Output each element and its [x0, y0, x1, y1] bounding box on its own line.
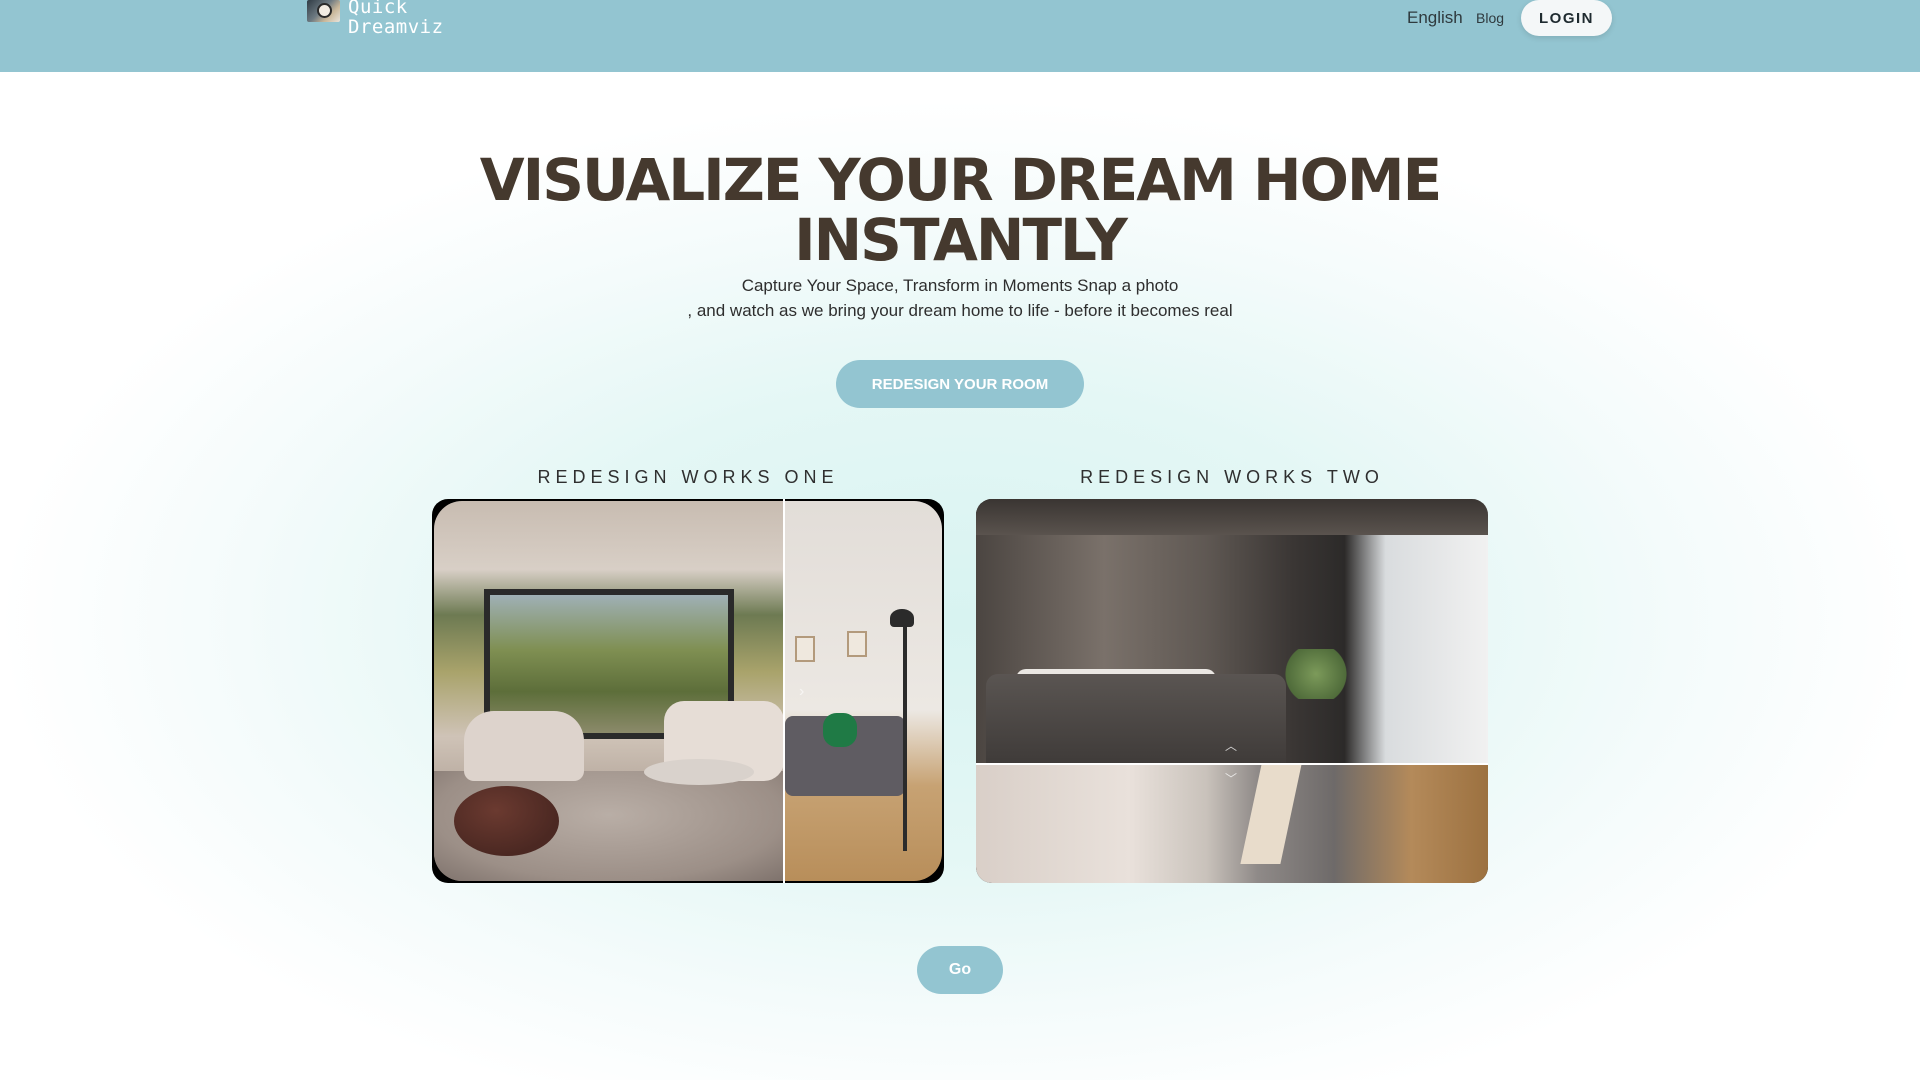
language-selector[interactable]: English [1407, 8, 1463, 28]
bed [986, 674, 1286, 764]
pillow [823, 713, 857, 747]
brand-name-line1: Quick [348, 0, 408, 18]
floor-lamp [903, 611, 907, 851]
go-button[interactable]: Go [917, 946, 1003, 994]
work-two-comparison[interactable]: ︿ ﹀ [976, 499, 1488, 883]
top-navbar: Quick Dreamviz English Blog LOGIN [0, 0, 1920, 72]
work-one-label: REDESIGN WORKS ONE [537, 467, 839, 487]
compare-slider-divider[interactable] [783, 499, 785, 883]
lamp-head [890, 609, 914, 627]
wall-frame [795, 636, 815, 662]
bedroom-redesign-image [976, 499, 1488, 764]
chevron-right-icon[interactable]: › [799, 683, 804, 701]
chevron-up-icon[interactable]: ︿ [1225, 737, 1237, 754]
coffee-table [644, 759, 754, 785]
wall-frame [847, 631, 867, 657]
original-room-image [785, 501, 942, 881]
redesign-room-button[interactable]: REDESIGN YOUR ROOM [836, 360, 1084, 408]
work-two-label: REDESIGN WORKS TWO [1080, 467, 1384, 487]
pouf [454, 786, 559, 856]
hero-subtitle-line1: Capture Your Space, Transform in Moments… [741, 276, 1179, 295]
chevron-down-icon[interactable]: ﹀ [1225, 770, 1237, 787]
logo-icon[interactable] [307, 0, 340, 22]
hero-subtitle-line2: , and watch as we bring your dream home … [687, 301, 1233, 320]
ceiling [976, 499, 1488, 535]
login-button[interactable]: LOGIN [1521, 0, 1612, 36]
compare-slider-divider[interactable] [976, 763, 1488, 765]
living-room-image [434, 501, 784, 881]
plant [1281, 649, 1351, 699]
work-one-comparison[interactable]: › [432, 499, 944, 883]
brand-name-line2: Dreamviz [348, 16, 444, 38]
blog-link[interactable]: Blog [1476, 10, 1504, 26]
armchair [464, 711, 584, 781]
hero-title: VISUALIZE YOUR DREAM HOME INSTANTLY [479, 146, 1442, 274]
hero-subtitle: Capture Your Space, Transform in Moments… [460, 273, 1460, 323]
brand-name[interactable]: Quick Dreamviz [348, 0, 444, 37]
